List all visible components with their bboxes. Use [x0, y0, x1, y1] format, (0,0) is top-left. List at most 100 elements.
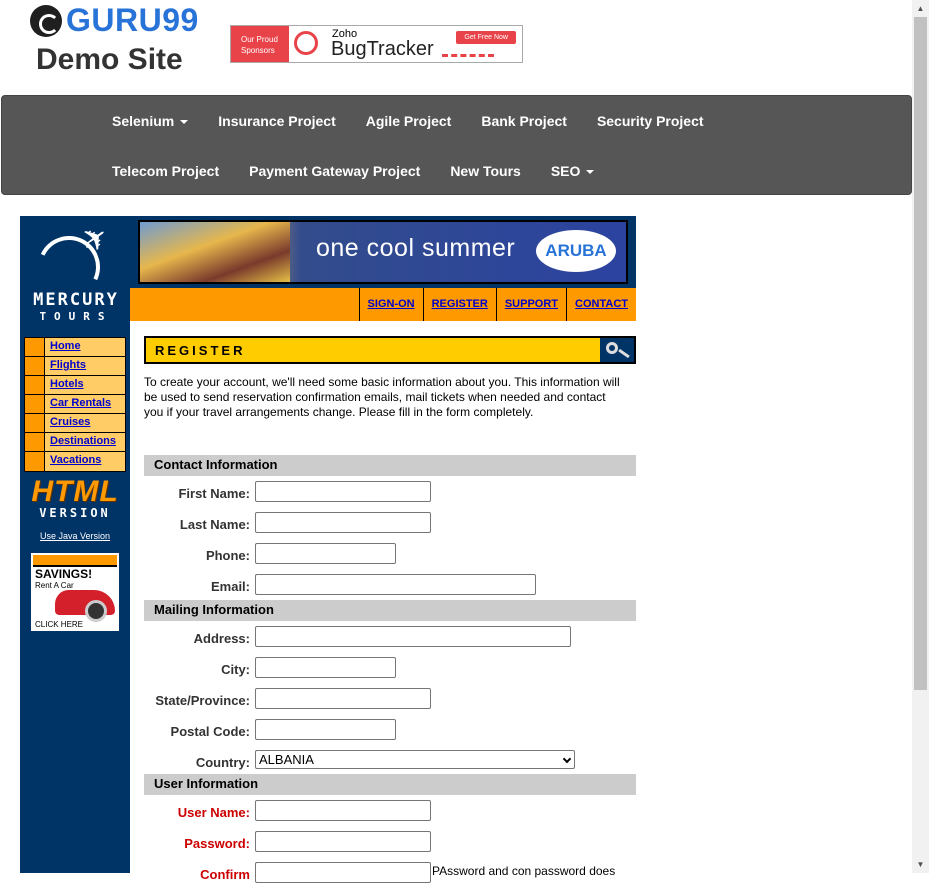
key-icon: [606, 342, 618, 354]
bullet-icon: [25, 338, 45, 356]
phone-input[interactable]: [255, 543, 396, 564]
sponsor-banner[interactable]: Our Proud Sponsors Zoho BugTracker Get F…: [230, 25, 523, 63]
password-input[interactable]: [255, 831, 431, 852]
nav-insurance-project[interactable]: Insurance Project: [203, 96, 351, 146]
html-version-badge: HTML VERSION: [30, 475, 120, 521]
top-link-support[interactable]: SUPPORT: [497, 288, 568, 321]
address-label: Address:: [193, 631, 250, 646]
side-link-row: Hotels: [25, 376, 125, 395]
scroll-thumb[interactable]: [914, 17, 927, 690]
version-badge-word: VERSION: [39, 506, 111, 520]
side-link-cruises[interactable]: Cruises: [45, 414, 125, 432]
row-last-name: Last Name:: [144, 512, 636, 536]
register-intro-text: To create your account, we'll need some …: [144, 375, 620, 419]
side-link-row: Destinations: [25, 433, 125, 452]
top-link-register[interactable]: REGISTER: [424, 288, 497, 321]
vertical-scrollbar[interactable]: ▲ ▼: [912, 0, 929, 873]
row-postal-code: Postal Code:: [144, 719, 636, 743]
password-mismatch-note: PAssword and con password does: [432, 864, 616, 878]
section-user-information: User Information: [144, 774, 636, 795]
savings-ad[interactable]: SAVINGS! Rent A Car CLICK HERE: [31, 553, 119, 631]
top-link-sign-on[interactable]: SIGN-ON: [360, 288, 424, 321]
confirm-label: Confirm: [200, 867, 250, 882]
guru99-logo[interactable]: GURU99 Demo Site: [30, 2, 205, 80]
mercury-sidebar: ✈ MERCURY TOURS Home Flights Hotels Car …: [20, 216, 130, 873]
logo-word-tours: TOURS: [39, 310, 113, 323]
caret-down-icon: [586, 170, 595, 175]
chevron-down-icon: [562, 754, 572, 764]
section-contact-information: Contact Information: [144, 455, 636, 476]
section-mailing-information: Mailing Information: [144, 600, 636, 621]
logo-word-mercury: MERCURY: [33, 290, 119, 310]
sponsor-label-line1: Our Proud: [241, 35, 278, 44]
dashed-arrow-icon: [442, 54, 494, 57]
row-user-name: User Name:: [144, 800, 636, 824]
nav-bank-project[interactable]: Bank Project: [466, 96, 582, 146]
country-select[interactable]: ALBANIA: [255, 750, 575, 769]
nav-new-tours[interactable]: New Tours: [435, 146, 536, 196]
register-title-bar: REGISTER: [144, 336, 636, 364]
side-link-row: Flights: [25, 357, 125, 376]
row-first-name: First Name:: [144, 481, 636, 505]
bug-icon: [294, 31, 318, 55]
savings-title: SAVINGS!: [35, 567, 93, 581]
email-input[interactable]: [255, 574, 536, 595]
row-phone: Phone:: [144, 543, 636, 567]
side-link-hotels[interactable]: Hotels: [45, 376, 125, 394]
side-nav-links: Home Flights Hotels Car Rentals Cruises …: [24, 337, 126, 472]
postal-code-input[interactable]: [255, 719, 396, 740]
savings-top-bar: [33, 555, 117, 567]
row-city: City:: [144, 657, 636, 681]
state-input[interactable]: [255, 688, 431, 709]
last-name-label: Last Name:: [179, 517, 250, 532]
html-badge-word: HTML: [31, 475, 119, 508]
logo-text: GURU99: [66, 2, 199, 38]
nav-selenium[interactable]: Selenium: [97, 96, 203, 146]
side-link-home[interactable]: Home: [45, 338, 125, 356]
side-link-row: Vacations: [25, 452, 125, 471]
mercury-tours-logo[interactable]: ✈ MERCURY TOURS: [26, 217, 126, 327]
sponsor-label: Our Proud Sponsors: [231, 26, 289, 62]
banner-photo: [140, 222, 290, 282]
nav-security-project[interactable]: Security Project: [582, 96, 719, 146]
side-link-flights[interactable]: Flights: [45, 357, 125, 375]
sponsor-cta-button[interactable]: Get Free Now: [456, 31, 516, 44]
nav-seo[interactable]: SEO: [536, 146, 610, 196]
side-link-destinations[interactable]: Destinations: [45, 433, 125, 451]
user-name-label: User Name:: [177, 805, 250, 820]
row-password: Password:: [144, 831, 636, 855]
bullet-icon: [25, 395, 45, 413]
sponsor-brand: BugTracker: [331, 38, 434, 60]
scroll-down-arrow-icon[interactable]: ▼: [912, 856, 929, 873]
bullet-icon: [25, 376, 45, 394]
side-link-car-rentals[interactable]: Car Rentals: [45, 395, 125, 413]
first-name-input[interactable]: [255, 481, 431, 502]
scroll-up-arrow-icon[interactable]: ▲: [912, 0, 929, 17]
last-name-input[interactable]: [255, 512, 431, 533]
aruba-banner[interactable]: one cool summer ARUBA: [138, 220, 628, 284]
side-link-vacations[interactable]: Vacations: [45, 452, 125, 471]
country-selected-value: ALBANIA: [259, 752, 314, 767]
address-input[interactable]: [255, 626, 571, 647]
top-link-contact[interactable]: CONTACT: [567, 288, 636, 321]
first-name-label: First Name:: [178, 486, 250, 501]
bullet-icon: [25, 357, 45, 375]
email-label: Email:: [210, 579, 250, 594]
nav-payment-gateway-project[interactable]: Payment Gateway Project: [234, 146, 435, 196]
city-label: City:: [221, 662, 250, 677]
banner-text: one cool summer: [316, 234, 516, 262]
postal-code-label: Postal Code:: [170, 724, 250, 739]
row-confirm-password: Confirm PAssword and con password does: [144, 862, 636, 886]
logo-subtitle: Demo Site: [36, 43, 183, 76]
password-label: Password:: [184, 836, 250, 851]
aruba-logo: ARUBA: [536, 230, 616, 272]
use-java-version-link[interactable]: Use Java Version: [20, 531, 130, 541]
user-name-input[interactable]: [255, 800, 431, 821]
car-icon: [55, 590, 115, 622]
row-state: State/Province:: [144, 688, 636, 712]
city-input[interactable]: [255, 657, 396, 678]
row-country: Country: ALBANIA: [144, 750, 636, 774]
nav-telecom-project[interactable]: Telecom Project: [97, 146, 234, 196]
bullet-icon: [25, 433, 45, 451]
nav-agile-project[interactable]: Agile Project: [351, 96, 467, 146]
